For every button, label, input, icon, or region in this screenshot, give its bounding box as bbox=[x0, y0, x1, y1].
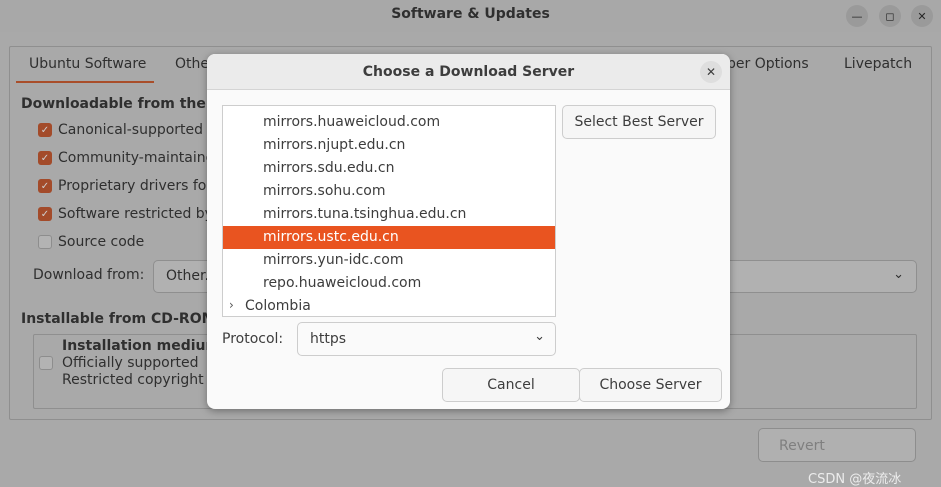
server-name: mirrors.tuna.tsinghua.edu.cn bbox=[263, 206, 467, 222]
list-item[interactable]: mirrors.yun-idc.com bbox=[223, 249, 555, 272]
server-name: mirrors.sdu.edu.cn bbox=[263, 160, 395, 176]
checkbox-source-code[interactable]: Source code bbox=[38, 233, 144, 251]
list-item[interactable]: mirrors.tuna.tsinghua.edu.cn bbox=[223, 203, 555, 226]
downloadable-section-title: Downloadable from the In bbox=[21, 96, 226, 112]
minimize-icon[interactable]: — bbox=[846, 5, 868, 27]
choose-server-dialog: Choose a Download Server ✕ mirrors.huawe… bbox=[207, 54, 730, 409]
list-item[interactable]: mirrors.sohu.com bbox=[223, 180, 555, 203]
checkbox-checked-icon[interactable]: ✓ bbox=[38, 179, 52, 193]
dialog-header: Choose a Download Server ✕ bbox=[207, 54, 730, 90]
close-icon[interactable]: ✕ bbox=[911, 5, 933, 27]
list-item[interactable]: mirrors.sdu.edu.cn bbox=[223, 157, 555, 180]
checkbox-community[interactable]: ✓ Community-maintained bbox=[38, 149, 223, 167]
server-name: mirrors.yun-idc.com bbox=[263, 252, 404, 268]
list-item[interactable]: mirrors.huaweicloud.com bbox=[223, 111, 555, 134]
checkbox-checked-icon[interactable]: ✓ bbox=[38, 207, 52, 221]
window-title: Software & Updates bbox=[391, 6, 550, 22]
chevron-down-icon: ⌄ bbox=[534, 329, 545, 344]
tab-other-software[interactable]: Othe bbox=[175, 56, 209, 72]
cdrom-medium-line: Restricted copyright bbox=[62, 372, 204, 388]
chevron-right-icon[interactable]: › bbox=[229, 298, 234, 312]
download-from-label: Download from: bbox=[33, 267, 145, 283]
checkbox-checked-icon[interactable]: ✓ bbox=[38, 123, 52, 137]
list-item[interactable]: mirrors.njupt.edu.cn bbox=[223, 134, 555, 157]
dialog-title: Choose a Download Server bbox=[362, 64, 575, 80]
revert-button[interactable]: Revert bbox=[758, 428, 916, 462]
server-name: repo.huaweicloud.com bbox=[263, 275, 422, 291]
server-name: mirrors.sohu.com bbox=[263, 183, 386, 199]
checkbox-proprietary[interactable]: ✓ Proprietary drivers for bbox=[38, 177, 212, 195]
checkbox-unchecked-icon[interactable] bbox=[39, 356, 53, 370]
checkbox-canonical[interactable]: ✓ Canonical-supported fr bbox=[38, 121, 218, 139]
chevron-down-icon: ⌄ bbox=[893, 267, 904, 282]
server-list[interactable]: mirrors.huaweicloud.com mirrors.njupt.ed… bbox=[222, 105, 556, 317]
list-item-selected[interactable]: mirrors.ustc.edu.cn bbox=[223, 226, 555, 249]
list-item[interactable]: repo.huaweicloud.com bbox=[223, 272, 555, 295]
active-tab-indicator bbox=[16, 81, 154, 83]
cdrom-section-title: Installable from CD-ROM/ bbox=[21, 311, 221, 327]
checkbox-restricted[interactable]: ✓ Software restricted by bbox=[38, 205, 213, 223]
server-name: mirrors.huaweicloud.com bbox=[263, 114, 441, 130]
tab-livepatch[interactable]: Livepatch bbox=[844, 56, 912, 72]
select-best-server-button[interactable]: Select Best Server bbox=[562, 105, 716, 139]
tab-ubuntu-software[interactable]: Ubuntu Software bbox=[29, 56, 146, 72]
server-name: mirrors.ustc.edu.cn bbox=[263, 229, 399, 245]
cdrom-medium-title: Installation medium bbox=[62, 338, 221, 354]
checkbox-label: Source code bbox=[58, 234, 145, 250]
watermark-text: CSDN @夜流冰 bbox=[808, 472, 902, 487]
protocol-label: Protocol: bbox=[222, 331, 284, 347]
cdrom-medium-line: Officially supported bbox=[62, 355, 199, 371]
cancel-button[interactable]: Cancel bbox=[442, 368, 580, 402]
tab-developer-options[interactable]: per Options bbox=[727, 56, 809, 72]
checkbox-label: Community-maintained bbox=[58, 150, 224, 166]
server-name: mirrors.njupt.edu.cn bbox=[263, 137, 406, 153]
choose-server-button[interactable]: Choose Server bbox=[579, 368, 722, 402]
group-name: Colombia bbox=[245, 298, 311, 314]
checkbox-unchecked-icon[interactable] bbox=[38, 235, 52, 249]
window-titlebar: Software & Updates — ◻ ✕ bbox=[0, 0, 941, 32]
checkbox-label: Proprietary drivers for bbox=[58, 178, 213, 194]
checkbox-label: Canonical-supported fr bbox=[58, 122, 219, 138]
checkbox-checked-icon[interactable]: ✓ bbox=[38, 151, 52, 165]
close-icon[interactable]: ✕ bbox=[700, 61, 722, 83]
checkbox-label: Software restricted by bbox=[58, 206, 213, 222]
protocol-value: https bbox=[310, 331, 347, 347]
protocol-combo[interactable]: https ⌄ bbox=[297, 322, 556, 356]
list-group-colombia[interactable]: › Colombia bbox=[223, 295, 555, 316]
maximize-icon[interactable]: ◻ bbox=[879, 5, 901, 27]
